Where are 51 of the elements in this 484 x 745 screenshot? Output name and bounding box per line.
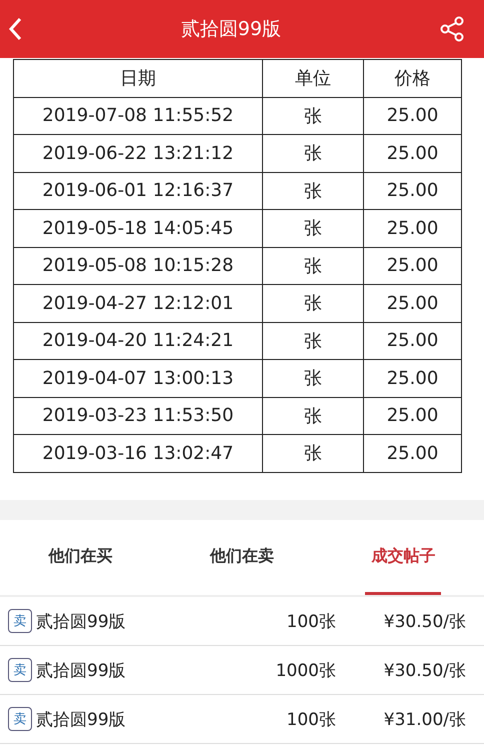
table-cell: 25.00 — [364, 322, 462, 360]
listing-quantity: 100张 — [286, 708, 336, 730]
listing-price: ¥31.00/张 — [382, 708, 466, 730]
listing-price: ¥30.50/张 — [382, 660, 466, 682]
column-header: 日期 — [14, 60, 262, 97]
listing-name[interactable]: 贰拾圆99版 — [36, 610, 216, 632]
sell-badge: 卖 — [8, 658, 32, 682]
table-cell: 25.00 — [364, 97, 462, 134]
table-cell: 2019-06-01 12:16:37 — [14, 172, 262, 210]
listing-name[interactable]: 贰拾圆99版 — [36, 658, 216, 682]
table-cell: 2019-04-20 11:24:21 — [14, 322, 262, 360]
sell-badge: 卖 — [8, 707, 32, 731]
table-cell: 2019-03-16 13:02:47 — [14, 434, 262, 472]
page-title: 贰拾圆99版 — [180, 17, 282, 42]
tab[interactable]: 他们在买 — [42, 520, 119, 595]
listing-name[interactable]: 贰拾圆99版 — [36, 708, 216, 730]
tab[interactable]: 成交帖子 — [365, 520, 442, 595]
table-cell: 25.00 — [364, 434, 462, 472]
table-cell: 张 — [262, 397, 364, 434]
column-header: 单位 — [262, 60, 364, 97]
table-cell: 25.00 — [364, 360, 462, 397]
table-cell: 张 — [262, 360, 364, 397]
table-cell: 张 — [262, 97, 364, 134]
table-cell: 2019-03-23 11:53:50 — [14, 397, 262, 434]
listing-price: ¥30.50/张 — [382, 610, 466, 632]
table-cell: 25.00 — [364, 210, 462, 247]
back-icon[interactable] — [8, 17, 22, 41]
table-cell: 张 — [262, 284, 364, 322]
table-cell: 25.00 — [364, 397, 462, 434]
table-cell: 张 — [262, 172, 364, 210]
table-cell: 2019-04-27 12:12:01 — [14, 284, 262, 322]
table-cell: 25.00 — [364, 134, 462, 172]
sell-badge: 卖 — [8, 609, 32, 633]
table-cell: 25.00 — [364, 247, 462, 284]
table-cell: 张 — [262, 134, 364, 172]
table-cell: 2019-04-07 13:00:13 — [14, 360, 262, 397]
table-cell: 张 — [262, 247, 364, 284]
column-header: 价格 — [364, 60, 462, 97]
share-icon[interactable] — [440, 16, 464, 42]
table-cell: 25.00 — [364, 284, 462, 322]
table-cell: 张 — [262, 434, 364, 472]
listing-quantity: 100张 — [286, 610, 336, 632]
table-cell: 张 — [262, 322, 364, 360]
table-cell: 25.00 — [364, 172, 462, 210]
table-cell: 2019-05-08 10:15:28 — [14, 247, 262, 284]
table-cell: 2019-07-08 11:55:52 — [14, 97, 262, 134]
table-cell: 2019-05-18 14:05:45 — [14, 210, 262, 247]
listing-quantity: 1000张 — [274, 660, 336, 682]
tab[interactable]: 他们在卖 — [204, 520, 280, 595]
table-cell: 张 — [262, 210, 364, 247]
table-cell: 2019-06-22 13:21:12 — [14, 134, 262, 172]
